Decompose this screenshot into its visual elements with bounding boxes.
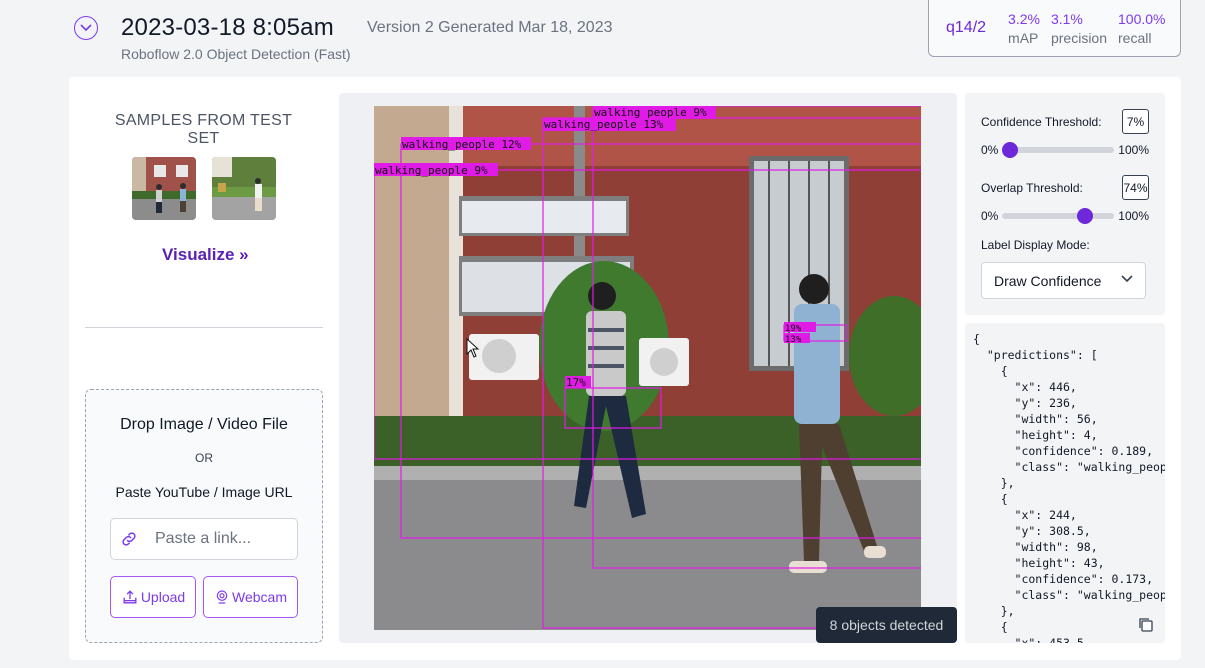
json-output: { "predictions": [ { "x": 446, "y": 236,… bbox=[973, 332, 1165, 643]
confidence-value[interactable]: 7% bbox=[1122, 109, 1149, 134]
metric-label: recall bbox=[1118, 29, 1152, 46]
slider-max-label: 100% bbox=[1118, 209, 1149, 223]
sample-thumbnail-1[interactable] bbox=[132, 157, 196, 220]
chevron-down-icon bbox=[80, 24, 92, 32]
version-title: 2023-03-18 8:05am bbox=[121, 14, 334, 41]
metric-recall: 100.0% recall bbox=[1118, 11, 1165, 46]
confidence-slider-knob[interactable] bbox=[1002, 142, 1019, 158]
model-name: Roboflow 2.0 Object Detection (Fast) bbox=[121, 46, 351, 62]
prediction-label: walking_people 13% bbox=[544, 118, 664, 131]
collapse-version-button[interactable] bbox=[74, 16, 98, 40]
visualize-link[interactable]: Visualize » bbox=[162, 245, 249, 265]
metrics-card: q14/2 3.2% mAP 3.1% precision 100.0% rec… bbox=[928, 0, 1181, 57]
label-mode-value: Draw Confidence bbox=[994, 272, 1102, 289]
prediction-label: walking_people 12% bbox=[402, 138, 522, 151]
dropzone-paste-label: Paste YouTube / Image URL bbox=[115, 484, 293, 500]
confidence-label: Confidence Threshold: bbox=[981, 115, 1102, 129]
label-mode-label: Label Display Mode: bbox=[981, 238, 1090, 252]
copy-icon[interactable] bbox=[1138, 617, 1154, 633]
upload-label: Upload bbox=[140, 589, 186, 605]
upload-button[interactable]: Upload bbox=[110, 576, 196, 618]
dropzone-or: OR bbox=[195, 451, 213, 465]
settings-panel: Confidence Threshold: 7% 0% 100% Overlap… bbox=[965, 93, 1165, 315]
slider-min-label: 0% bbox=[981, 209, 999, 223]
sample-thumbnail-2[interactable] bbox=[212, 157, 276, 220]
prediction-label: 13% bbox=[785, 335, 802, 345]
confidence-slider-row: 0% 100% bbox=[981, 142, 1149, 158]
page: 2023-03-18 8:05am Version 2 Generated Ma… bbox=[0, 0, 1205, 668]
metric-precision: 3.1% precision bbox=[1051, 11, 1107, 46]
prediction-label: walking_people 9% bbox=[375, 164, 488, 177]
overlap-slider[interactable] bbox=[1002, 208, 1115, 224]
prediction-label: 17% bbox=[566, 376, 586, 389]
metric-label: mAP bbox=[1008, 29, 1039, 46]
webcam-icon bbox=[216, 590, 228, 604]
dropzone-title: Drop Image / Video File bbox=[120, 416, 288, 433]
confidence-slider[interactable] bbox=[1002, 142, 1115, 158]
metric-value: 3.1% bbox=[1050, 10, 1083, 27]
label-mode-select[interactable]: Draw Confidence bbox=[981, 262, 1146, 299]
divider bbox=[85, 327, 323, 328]
overlap-slider-knob[interactable] bbox=[1077, 208, 1094, 224]
metric-label: precision bbox=[1050, 29, 1107, 46]
prediction-box bbox=[542, 117, 921, 629]
link-icon bbox=[111, 530, 147, 548]
overlap-slider-row: 0% 100% bbox=[981, 208, 1149, 224]
slider-max-label: 100% bbox=[1118, 143, 1149, 157]
mouse-cursor-icon bbox=[466, 338, 480, 358]
samples-title: SAMPLES FROM TEST SET bbox=[114, 112, 293, 147]
upload-icon bbox=[123, 590, 137, 604]
model-tag: q14/2 bbox=[946, 19, 987, 36]
link-input[interactable] bbox=[147, 530, 287, 548]
prediction-label: 19% bbox=[785, 324, 802, 334]
metric-value: 3.2% bbox=[1008, 10, 1040, 27]
prediction-boxes: walking_people 9% walking_people 13% wal… bbox=[374, 106, 921, 629]
slider-min-label: 0% bbox=[981, 143, 999, 157]
link-field[interactable] bbox=[110, 518, 298, 560]
objects-detected-badge: 8 objects detected bbox=[816, 607, 957, 643]
prediction-box bbox=[564, 387, 662, 429]
webcam-label: Webcam bbox=[232, 589, 287, 605]
chevron-down-icon bbox=[1121, 275, 1133, 283]
prediction-box bbox=[374, 169, 921, 460]
webcam-button[interactable]: Webcam bbox=[203, 576, 298, 618]
metric-value: 100.0% bbox=[1118, 10, 1166, 27]
overlap-label: Overlap Threshold: bbox=[981, 181, 1083, 195]
version-subtitle: Version 2 Generated Mar 18, 2023 bbox=[367, 19, 613, 36]
overlap-value[interactable]: 74% bbox=[1122, 175, 1149, 200]
inference-image: walking_people 9% walking_people 13% wal… bbox=[374, 106, 921, 630]
file-dropzone[interactable]: Drop Image / Video File OR Paste YouTube… bbox=[85, 389, 323, 643]
json-output-panel[interactable]: { "predictions": [ { "x": 446, "y": 236,… bbox=[965, 323, 1165, 643]
metric-map: 3.2% mAP bbox=[1008, 11, 1040, 46]
prediction-box bbox=[592, 106, 921, 569]
